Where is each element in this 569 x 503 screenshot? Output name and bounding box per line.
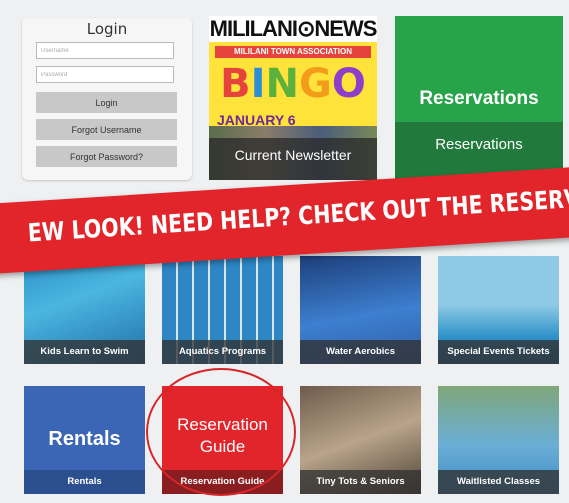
login-panel: Login Login Forgot Username Forgot Passw…: [22, 18, 192, 180]
tile-caption: Tiny Tots & Seniors: [300, 470, 421, 494]
bingo-letter: O: [331, 61, 366, 107]
bingo-letter: B: [220, 61, 251, 107]
reservations-tile[interactable]: Reservations Reservations: [395, 16, 563, 180]
tile-caption: Waitlisted Classes: [438, 470, 559, 494]
forgot-username-button[interactable]: Forgot Username: [36, 119, 177, 140]
tile-caption: Kids Learn to Swim: [24, 340, 145, 364]
tile-kids-learn-to-swim[interactable]: Kids Learn to Swim: [24, 256, 145, 364]
newsletter-logo: MILILANI⊙NEWS: [209, 16, 377, 42]
tile-caption: Special Events Tickets: [438, 340, 559, 364]
bingo-letter: I: [250, 61, 266, 107]
tile-tiny-tots-seniors[interactable]: Tiny Tots & Seniors: [300, 386, 421, 494]
forgot-password-button[interactable]: Forgot Password?: [36, 146, 177, 167]
help-banner-text: EW LOOK! NEED HELP? CHECK OUT THE RESERV…: [26, 174, 569, 248]
highlight-circle: [146, 368, 296, 496]
tile-aquatics-programs[interactable]: Aquatics Programs: [162, 256, 283, 364]
reservations-title: Reservations: [419, 88, 539, 109]
tile-special-events-tickets[interactable]: Special Events Tickets: [438, 256, 559, 364]
bingo-heading: BINGO: [213, 60, 373, 108]
rentals-title: Rentals: [48, 428, 121, 450]
newsletter-association-text: MILILANI TOWN ASSOCIATION: [215, 46, 371, 58]
newsletter-tile[interactable]: MILILANI⊙NEWS MILILANI TOWN ASSOCIATION …: [209, 16, 377, 180]
password-input[interactable]: [36, 66, 174, 83]
newsletter-caption: Current Newsletter: [209, 138, 377, 180]
tile-caption: Rentals: [24, 470, 145, 494]
bingo-letter: N: [265, 61, 299, 107]
tile-caption: Water Aerobics: [300, 340, 421, 364]
tile-rentals[interactable]: Rentals Rentals: [24, 386, 145, 494]
tile-caption: Aquatics Programs: [162, 340, 283, 364]
login-title: Login: [86, 20, 128, 38]
login-button[interactable]: Login: [36, 92, 177, 113]
tile-water-aerobics[interactable]: Water Aerobics: [300, 256, 421, 364]
username-input[interactable]: [36, 42, 174, 59]
tile-waitlisted-classes[interactable]: Waitlisted Classes: [438, 386, 559, 494]
bingo-letter: G: [299, 61, 332, 107]
